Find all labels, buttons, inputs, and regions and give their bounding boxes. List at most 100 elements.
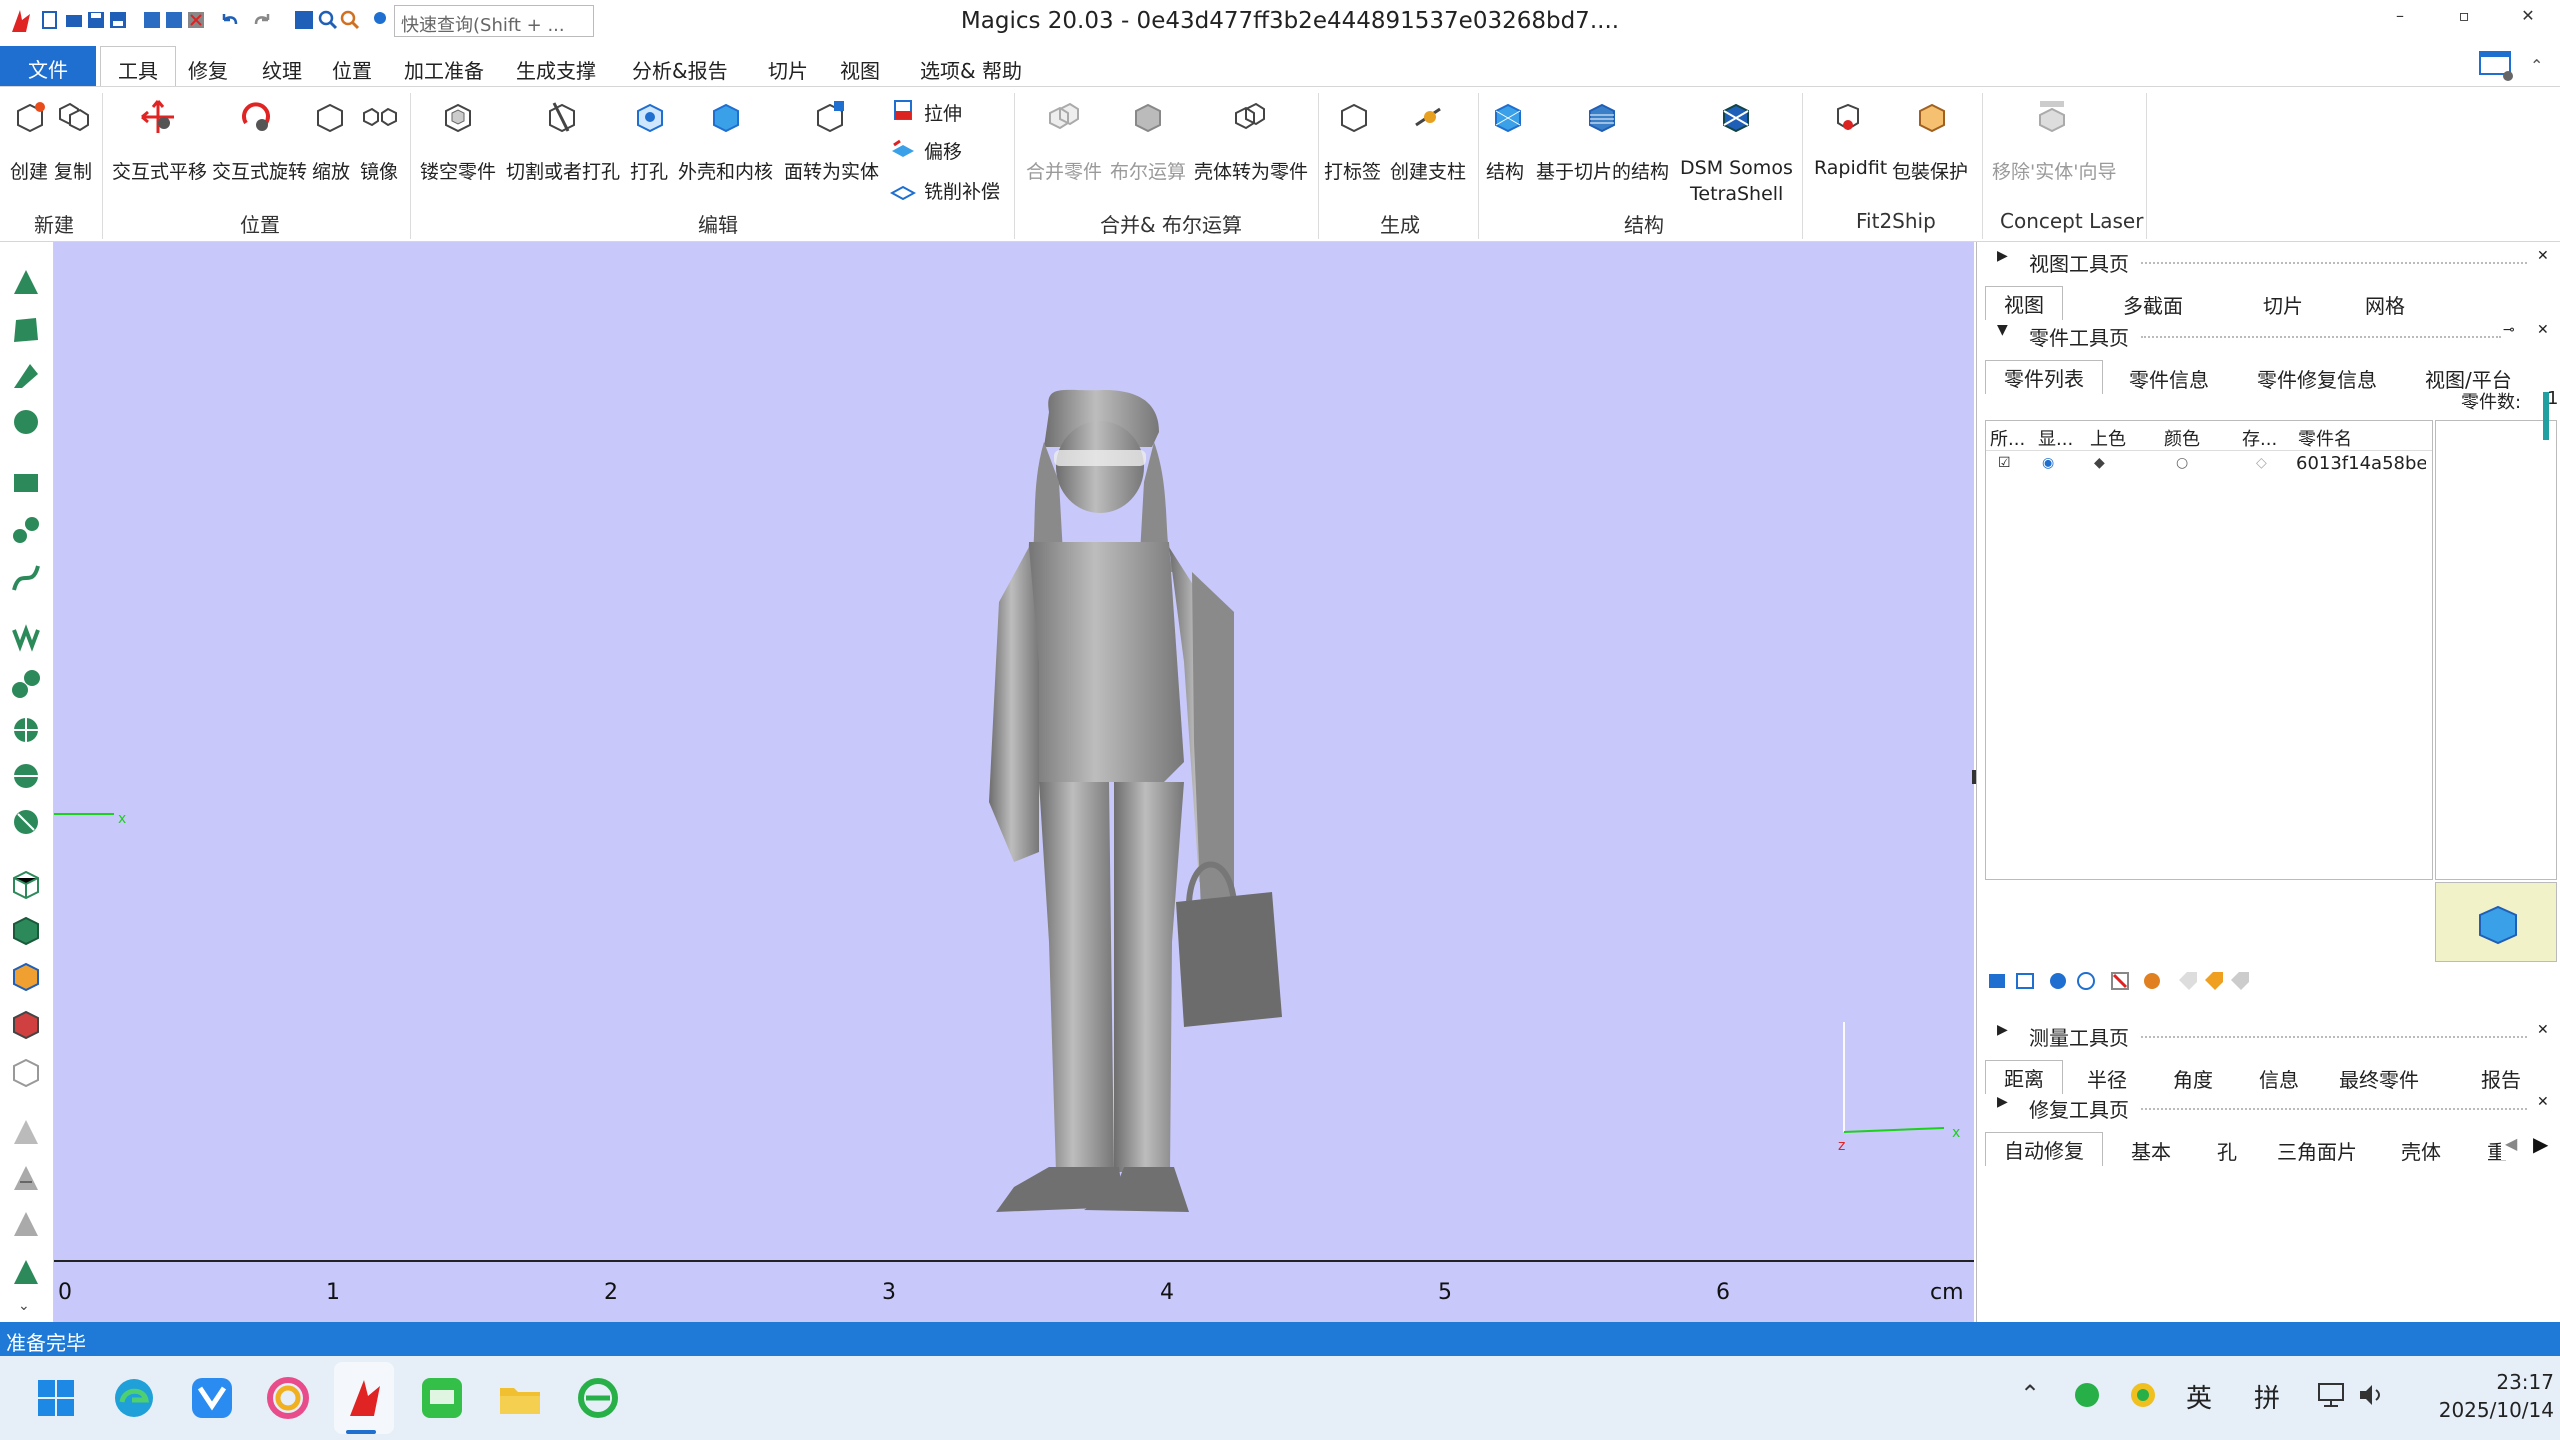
part-name[interactable]: 6013f14a58be [2296,453,2426,474]
close-icon[interactable]: ✕ [2537,1022,2549,1038]
ime-mode[interactable]: 拼 [2254,1378,2280,1415]
dsm-somos-button[interactable]: DSM Somos [1680,157,1793,179]
label-button[interactable]: 打标签 [1324,157,1381,184]
view-cube-outline-icon[interactable] [10,1056,42,1088]
mark-wave-icon[interactable] [10,622,42,654]
menu-position[interactable]: 位置 [332,55,372,84]
interactive-translate-button[interactable]: 交互式平移 [112,157,207,184]
tab-radius[interactable]: 半径 [2087,1064,2127,1093]
select-mode-icon[interactable] [294,10,314,30]
extrude-button[interactable]: 拉伸 [924,99,962,126]
punch-button[interactable]: 打孔 [630,157,668,184]
offset-button[interactable]: 偏移 [924,137,962,164]
face-to-solid-button[interactable]: 面转为实体 [784,157,879,184]
mark-curve-icon[interactable] [10,562,42,594]
cut-or-punch-button[interactable]: 切割或者打孔 [506,157,620,184]
view-cube-red-icon[interactable] [10,1008,42,1040]
tab-distance[interactable]: 距离 [1985,1060,2063,1094]
mark-contour-icon[interactable] [10,514,42,546]
import-icon[interactable] [142,10,162,30]
shell-to-part-button[interactable]: 壳体转为零件 [1194,157,1308,184]
measure-c-icon[interactable] [10,1208,42,1240]
export-icon[interactable] [164,10,184,30]
color-swatch-icon[interactable]: ○ [2176,455,2188,471]
figure-model[interactable]: x x z [54,242,1974,1260]
tab-auto-repair[interactable]: 自动修复 [1985,1132,2103,1166]
boolean-button[interactable]: 布尔运算 [1110,157,1186,184]
redo-icon[interactable] [252,10,272,30]
scene-settings-icon[interactable] [2478,48,2516,84]
create-pillar-button[interactable]: 创建支柱 [1390,157,1466,184]
zoom-fit-icon[interactable] [340,10,360,30]
scroll-right-icon[interactable]: ▶ [2533,1132,2548,1156]
network-icon[interactable] [2316,1380,2348,1410]
tab-part-list[interactable]: 零件列表 [1985,360,2103,394]
hollow-button[interactable]: 镂空零件 [420,157,496,184]
load-part-icon[interactable] [1987,970,2009,992]
new-file-icon[interactable] [40,10,60,30]
select-shell-icon[interactable] [10,406,42,438]
tray-app-green-icon[interactable] [2072,1380,2102,1410]
volume-icon[interactable] [2356,1380,2386,1410]
collapse-ribbon-icon[interactable]: ⌃ [2530,56,2543,75]
select-part-icon[interactable] [10,314,42,346]
repair-page-header[interactable]: ▶ 修复工具页 ✕ [1977,1094,2560,1126]
close-icon[interactable]: ✕ [2537,248,2549,264]
eye-icon[interactable]: ◉ [2042,455,2054,471]
ie-browser-icon[interactable] [576,1376,620,1420]
measure-b-icon[interactable] [10,1162,42,1194]
tab-part-info[interactable]: 零件信息 [2129,364,2209,393]
shell-and-core-button[interactable]: 外壳和内核 [678,157,773,184]
tray-app-yellow-icon[interactable] [2128,1380,2158,1410]
measure-page-header[interactable]: ▶ 测量工具页 ✕ [1977,1022,2560,1054]
column-color[interactable]: 颜色 [2164,425,2200,451]
feishu-icon[interactable] [190,1376,234,1420]
scroll-left-icon[interactable]: ◀ [2505,1134,2517,1153]
table-row[interactable]: ☑ ◉ ◆ ○ ◇ 6013f14a58be [1986,453,2432,479]
interactive-rotate-button[interactable]: 交互式旋转 [212,157,307,184]
zoom-icon[interactable] [318,10,338,30]
scale-button[interactable]: 缩放 [312,157,350,184]
part-list[interactable]: 所... 显... 上色 颜色 存... 零件名 ☑ ◉ ◆ ○ ◇ 6013f… [1985,420,2433,880]
close-icon[interactable]: ✕ [2537,1094,2549,1110]
shading-icon[interactable]: ◆ [2094,455,2105,471]
clock-time[interactable]: 23:17 [2474,1370,2554,1394]
create-button[interactable]: 创建 [10,157,48,184]
ime-language[interactable]: 英 [2186,1378,2212,1415]
column-shaded[interactable]: 上色 [2090,425,2126,451]
column-select[interactable]: 所... [1990,425,2025,451]
tab-final-part[interactable]: 最终零件 [2339,1064,2419,1093]
view-cube-iso-icon[interactable] [10,960,42,992]
unload-part-icon[interactable] [2015,970,2037,992]
tab-holes[interactable]: 孔 [2217,1136,2237,1165]
close-icon[interactable]: ✕ [2537,322,2549,338]
clock-date[interactable]: 2025/10/14 [2410,1398,2554,1422]
structure-button[interactable]: 结构 [1486,157,1524,184]
menu-build-prep[interactable]: 加工准备 [404,55,484,84]
save-icon[interactable] [86,10,106,30]
tab-report[interactable]: 报告 [2481,1064,2521,1093]
menu-analysis[interactable]: 分析&报告 [632,55,728,84]
measure-d-icon[interactable] [10,1256,42,1288]
mirror-button[interactable]: 镜像 [360,157,398,184]
view-page-header[interactable]: ▶ 视图工具页 ✕ [1977,248,2560,280]
color-part-icon[interactable] [2141,970,2163,992]
tab-info[interactable]: 信息 [2259,1064,2299,1093]
color-app-icon[interactable] [266,1376,310,1420]
quick-search-input[interactable]: 快速查询(Shift + ... [394,5,594,37]
3d-viewport[interactable]: x x z [54,242,1978,1260]
maximize-button[interactable]: ▫ [2434,6,2494,36]
undo-icon[interactable] [220,10,240,30]
menu-texture[interactable]: 纹理 [262,55,302,84]
tab-part-repair-info[interactable]: 零件修复信息 [2257,364,2377,393]
column-saved[interactable]: 存... [2242,425,2277,451]
tab-shells[interactable]: 壳体 [2401,1136,2441,1165]
merge-parts-button[interactable]: 合并零件 [1026,157,1102,184]
select-surface-icon[interactable] [10,360,42,392]
mark-plane-icon[interactable] [10,468,42,500]
mark-connected-icon[interactable] [10,668,42,700]
menu-tools[interactable]: 工具 [118,55,158,84]
part-preview-thumbnail[interactable] [2435,882,2557,962]
select-triangle-icon[interactable] [10,266,42,298]
measure-a-icon[interactable] [10,1116,42,1148]
